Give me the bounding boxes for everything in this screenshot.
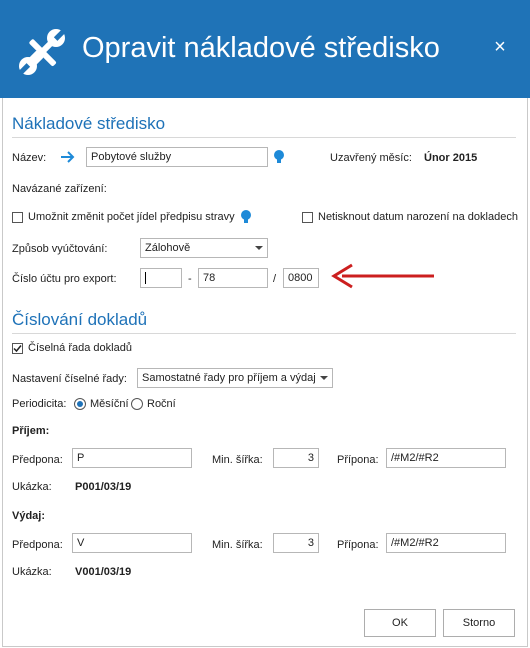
account-bank-input[interactable]: 0800	[283, 268, 319, 288]
name-input[interactable]: Pobytové služby	[86, 147, 268, 167]
linked-devices-label: Navázané zařízení:	[12, 183, 107, 195]
income-prefix-input[interactable]: P	[72, 448, 192, 468]
name-label: Název:	[12, 152, 47, 164]
yearly-label[interactable]: Roční	[147, 398, 176, 410]
title-bar: Opravit nákladové středisko ×	[0, 0, 530, 98]
expense-heading: Výdaj:	[12, 510, 46, 522]
series-setting-label: Nastavení číselné řady:	[12, 373, 127, 385]
section-title-cost-center: Nákladové středisko	[12, 114, 166, 133]
income-heading: Příjem:	[12, 425, 50, 437]
income-example-value: P001/03/19	[75, 481, 132, 493]
account-slash: /	[273, 273, 277, 285]
wrench-screwdriver-icon	[18, 29, 66, 75]
income-min-width-input[interactable]: 3	[273, 448, 319, 468]
no-birthdate-checkbox[interactable]	[302, 212, 313, 223]
section-divider	[12, 333, 516, 334]
series-checkbox[interactable]	[12, 343, 23, 354]
expense-suffix-input[interactable]: /#M2/#R2	[386, 533, 506, 553]
account-dash: -	[188, 273, 192, 285]
series-checkbox-label[interactable]: Číselná řada dokladů	[28, 342, 132, 354]
billing-select-value: Zálohově	[145, 242, 191, 254]
income-example-label: Ukázka:	[12, 481, 52, 493]
expense-prefix-label: Předpona:	[12, 539, 63, 551]
allow-change-label[interactable]: Umožnit změnit počet jídel předpisu stra…	[28, 211, 235, 223]
check-icon	[13, 345, 22, 353]
monthly-label[interactable]: Měsíční	[90, 398, 129, 410]
arrow-right-icon[interactable]	[60, 151, 76, 163]
cancel-button[interactable]: Storno	[443, 609, 515, 637]
close-icon[interactable]: ×	[490, 37, 510, 57]
income-suffix-input[interactable]: /#M2/#R2	[386, 448, 506, 468]
text-cursor	[145, 272, 146, 284]
expense-suffix-label: Přípona:	[337, 539, 379, 551]
account-number-input[interactable]: 78	[198, 268, 268, 288]
lightbulb-icon[interactable]	[273, 149, 285, 165]
ok-button[interactable]: OK	[364, 609, 436, 637]
expense-min-width-input[interactable]: 3	[273, 533, 319, 553]
series-setting-select[interactable]: Samostatné řady pro příjem a výdaj	[137, 368, 333, 388]
yearly-radio[interactable]	[131, 398, 143, 410]
closed-month-value: Únor 2015	[424, 152, 478, 164]
closed-month-label: Uzavřený měsíc:	[330, 152, 412, 164]
expense-min-width-label: Min. šířka:	[212, 539, 263, 551]
lightbulb-icon[interactable]	[240, 209, 252, 225]
expense-example-label: Ukázka:	[12, 566, 52, 578]
section-title-numbering: Číslování dokladů	[12, 310, 148, 329]
monthly-radio[interactable]	[74, 398, 86, 410]
red-arrow-annotation	[331, 263, 434, 289]
allow-change-checkbox[interactable]	[12, 212, 23, 223]
income-prefix-label: Předpona:	[12, 454, 63, 466]
expense-prefix-input[interactable]: V	[72, 533, 192, 553]
no-birthdate-label[interactable]: Netisknout datum narození na dokladech	[318, 211, 518, 223]
billing-label: Způsob vyúčtování:	[12, 243, 108, 255]
income-suffix-label: Přípona:	[337, 454, 379, 466]
account-prefix-input[interactable]	[140, 268, 182, 288]
chevron-down-icon	[320, 376, 328, 380]
chevron-down-icon	[255, 246, 263, 250]
account-label: Číslo účtu pro export:	[12, 273, 117, 285]
series-setting-value: Samostatné řady pro příjem a výdaj	[142, 372, 316, 384]
section-divider	[12, 137, 516, 138]
window-title: Opravit nákladové středisko	[82, 32, 440, 64]
expense-example-value: V001/03/19	[75, 566, 132, 578]
billing-select[interactable]: Zálohově	[140, 238, 268, 258]
income-min-width-label: Min. šířka:	[212, 454, 263, 466]
periodicity-label: Periodicita:	[12, 398, 67, 410]
